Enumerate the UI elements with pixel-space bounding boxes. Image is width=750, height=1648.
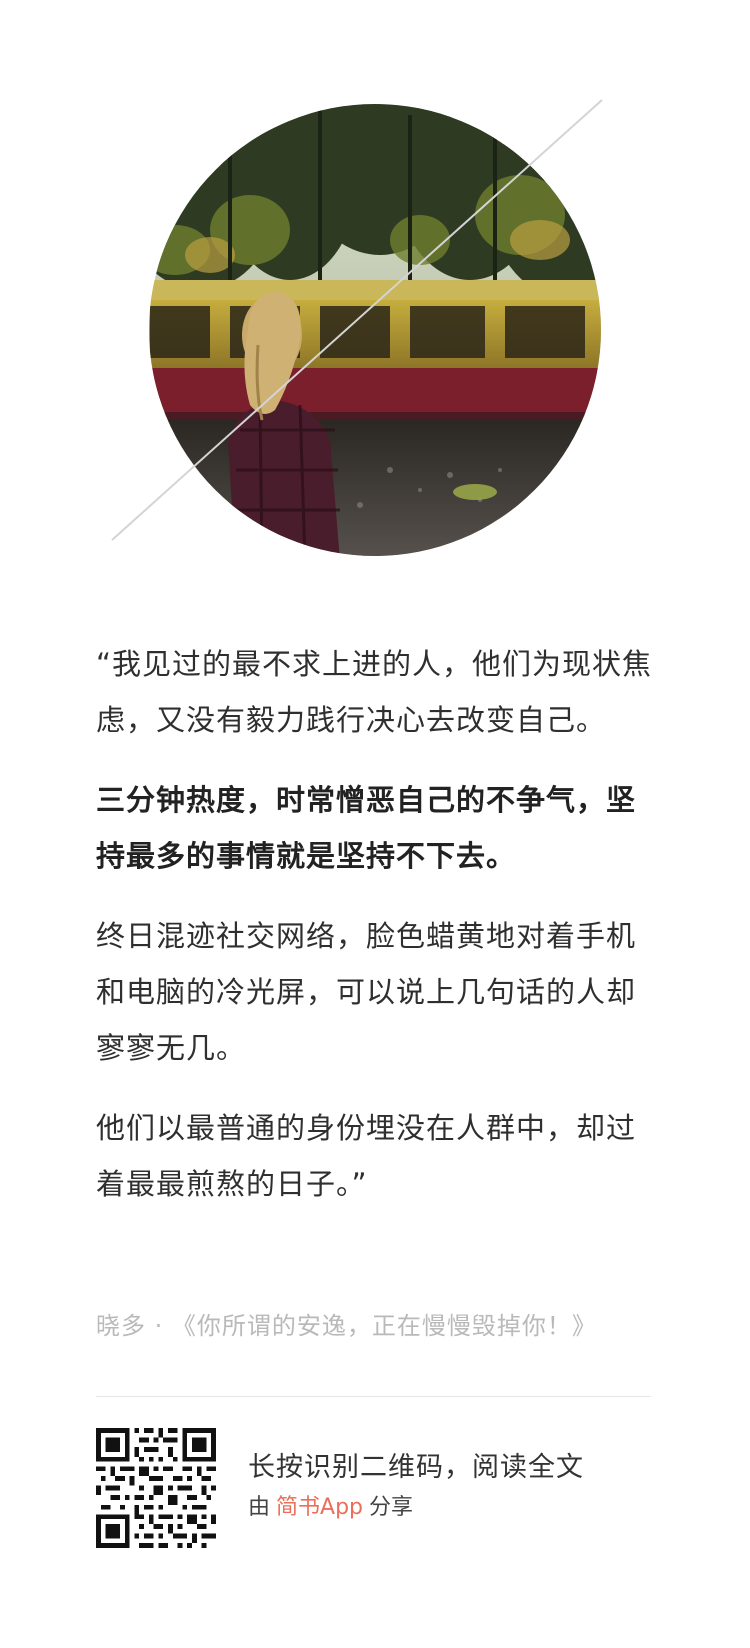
divider xyxy=(96,1396,651,1397)
share-attribution: 由简书App 分享 xyxy=(248,1492,668,1524)
hero-photo-illustration xyxy=(111,99,603,556)
share-instruction: 长按识别二维码，阅读全文 xyxy=(248,1452,584,1483)
hero-image xyxy=(0,0,750,580)
quote-paragraph-3: 终日混迹社交网络，脸色蜡黄地对着手机和电脑的冷光屏，可以说上几句话的人却寥寥无几… xyxy=(96,919,637,1065)
quote-source: 晓多 · 《你所谓的安逸，正在慢慢毁掉你！》 xyxy=(96,1312,597,1340)
quote-block: “我见过的最不求上进的人，他们为现状焦虑，又没有毅力践行决心去改变自己。 三分钟… xyxy=(96,636,661,1236)
qr-code-icon[interactable] xyxy=(96,1428,216,1548)
qr-code-graphic xyxy=(96,1428,216,1548)
jianshu-app-link[interactable]: 简书App xyxy=(276,1495,363,1520)
share-info: 长按识别二维码，阅读全文 由简书App 分享 xyxy=(248,1448,668,1524)
quote-paragraph-1: “我见过的最不求上进的人，他们为现状焦虑，又没有毅力践行决心去改变自己。 xyxy=(96,647,653,737)
share-suffix: 分享 xyxy=(369,1495,414,1520)
share-prefix: 由 xyxy=(248,1495,271,1520)
quote-paragraph-4: 他们以最普通的身份埋没在人群中，却过着最最煎熬的日子。” xyxy=(96,1111,637,1201)
quote-paragraph-2: 三分钟热度，时常憎恶自己的不争气，坚持最多的事情就是坚持不下去。 xyxy=(96,783,637,873)
